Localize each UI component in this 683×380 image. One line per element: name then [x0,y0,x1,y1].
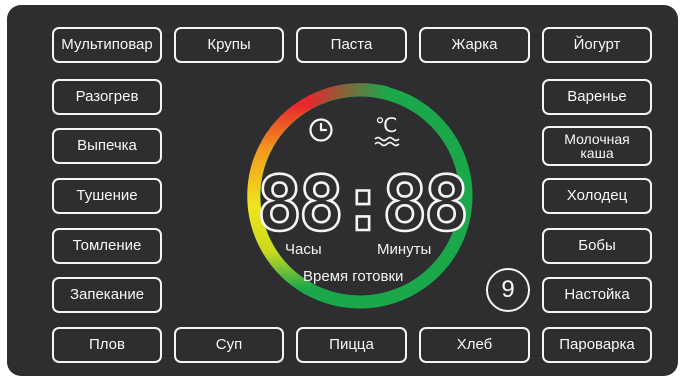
temperature-icon: ℃ [374,113,400,147]
program-button-simmering[interactable]: Томление [52,228,162,264]
program-button-milk-porridge[interactable]: Молочная каша [542,126,652,166]
program-button-pilaf[interactable]: Плов [52,327,162,363]
control-panel: Мультиповар Крупы Паста Жарка Йогурт Раз… [7,5,678,376]
program-button-pasta[interactable]: Паста [296,27,407,63]
clock-icon [309,118,333,142]
program-button-frying[interactable]: Жарка [419,27,530,63]
cooking-time-caption: Время готовки [303,268,404,285]
program-button-infusion[interactable]: Настойка [542,277,652,313]
time-digits: 88:88 [257,159,466,248]
program-button-soup[interactable]: Суп [174,327,284,363]
program-button-bread[interactable]: Хлеб [419,327,530,363]
program-button-jam[interactable]: Варенье [542,79,652,115]
program-button-beans[interactable]: Бобы [542,228,652,264]
minutes-label: Минуты [377,241,432,258]
program-button-steamer[interactable]: Пароварка [542,327,652,363]
program-button-groats[interactable]: Крупы [174,27,284,63]
program-button-roasting[interactable]: Запекание [52,277,162,313]
time-display: ℃ 88:88 Часы Минуты Время готовки [237,80,483,314]
program-button-stewing[interactable]: Тушение [52,178,162,214]
program-button-multicooker[interactable]: Мультиповар [52,27,162,63]
program-button-pizza[interactable]: Пицца [296,327,407,363]
program-button-yogurt[interactable]: Йогурт [542,27,652,63]
hours-label: Часы [285,241,322,258]
program-button-aspic[interactable]: Холодец [542,178,652,214]
program-button-baking[interactable]: Выпечка [52,128,162,164]
program-button-reheat[interactable]: Разогрев [52,79,162,115]
svg-text:℃: ℃ [375,113,397,137]
program-number-badge: 9 [486,268,530,312]
